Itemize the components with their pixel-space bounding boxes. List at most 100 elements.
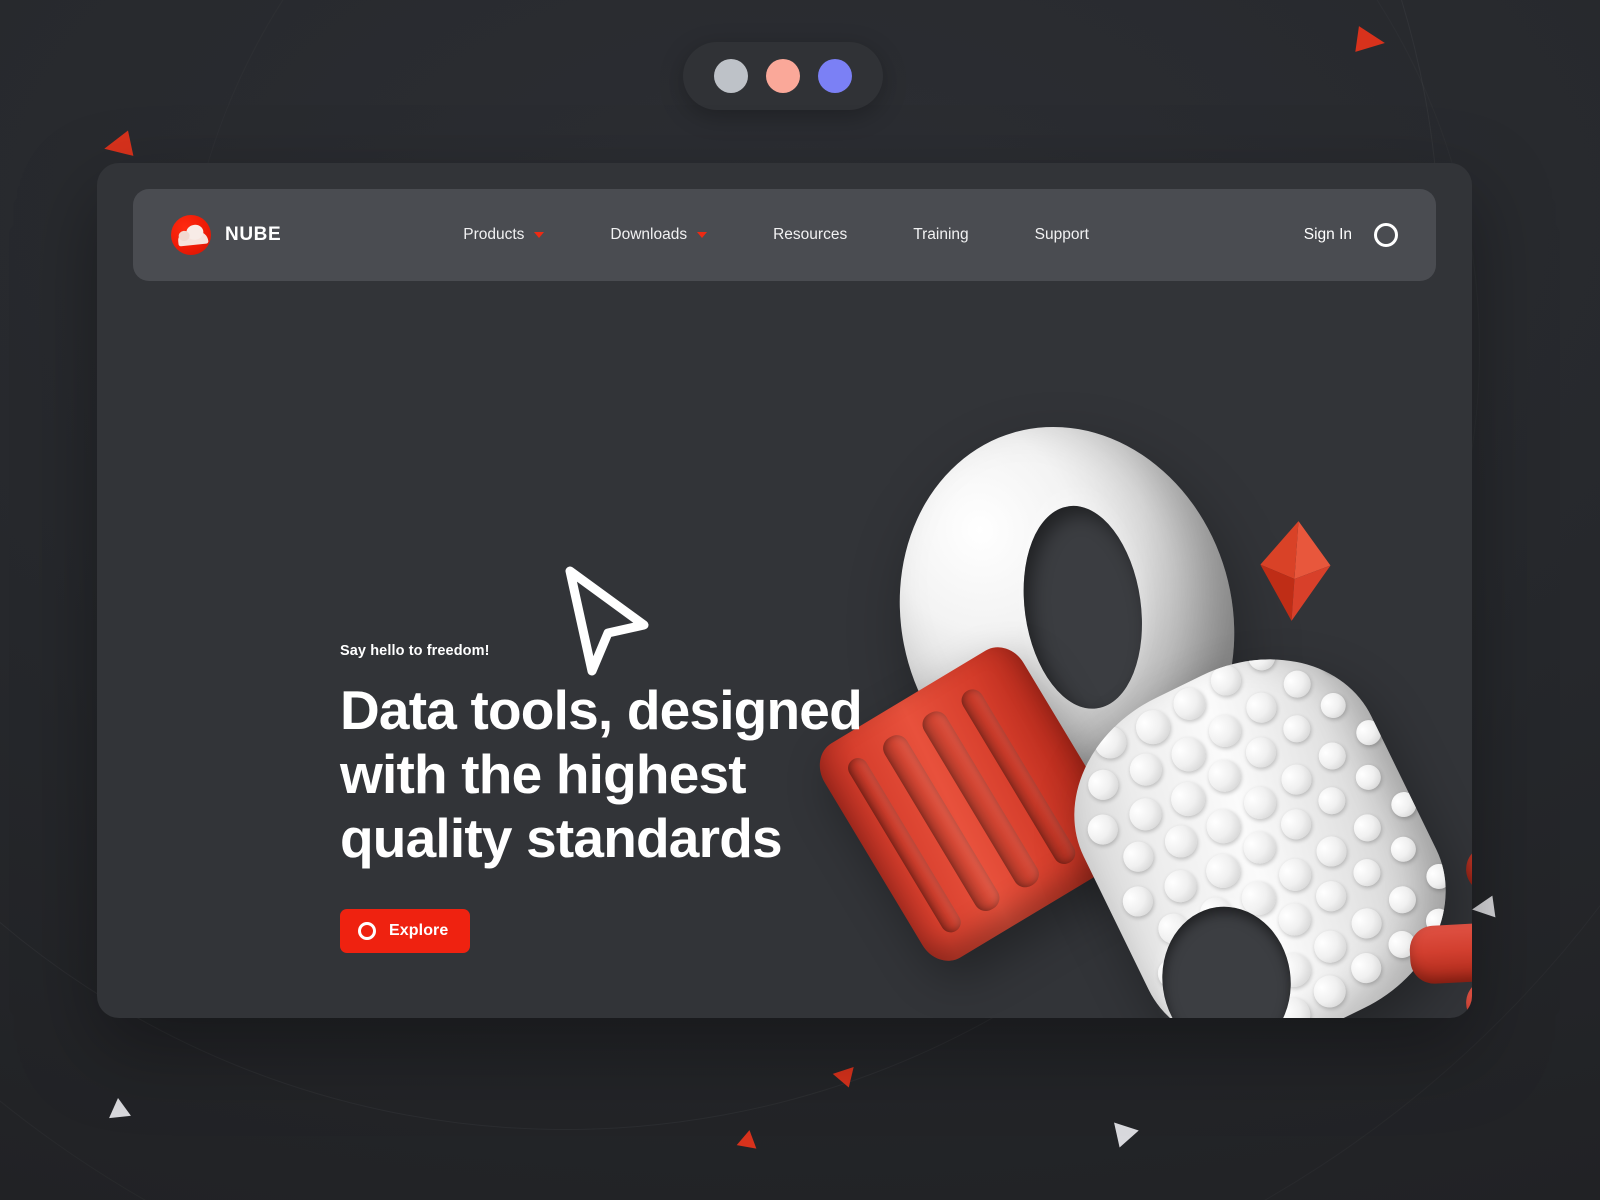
dot-blue[interactable] [818,59,852,93]
stud [1311,831,1352,872]
stud [1241,687,1281,728]
stud [1240,732,1281,773]
stud [1311,876,1351,916]
triangle-red-bottom-left [736,1128,760,1149]
dot-gray[interactable] [714,59,748,93]
stud [1194,936,1237,980]
stud [1229,1008,1272,1018]
stud [1313,782,1351,820]
nav-item-downloads[interactable]: Downloads [610,226,708,244]
brand-name: NUBE [225,224,282,245]
stud [1348,854,1386,892]
red-jack-cross-3d [1402,829,1472,1018]
chevron-down-icon [697,232,708,238]
stud [1276,759,1317,800]
stud [1387,787,1421,822]
mouse-pointer-icon [552,563,662,683]
stud [1117,881,1158,922]
stud [1165,731,1212,778]
red-octahedron-3d [1257,519,1334,624]
stud [1270,992,1317,1018]
stud [1273,853,1317,897]
triangle-white-right [1470,895,1496,921]
stud [1235,920,1281,966]
stud [1308,970,1351,1013]
stud [1235,875,1282,921]
stud [1351,760,1386,795]
cloud-logo-icon [171,215,211,255]
triangle-red-bottom-mid [832,1067,860,1091]
nav-right-group: Sign In [1304,223,1398,247]
stud [1273,898,1316,941]
dot-salmon[interactable] [766,59,800,93]
nav-label: Downloads [610,226,688,243]
stud [1165,776,1211,822]
stud [1346,903,1387,944]
stud [1238,781,1282,825]
triangle-white-bottom [1107,1122,1139,1152]
stud [1229,963,1273,1007]
stud [1047,737,1088,778]
stud [1205,660,1246,701]
nav-item-training[interactable]: Training [913,226,968,244]
stud [1159,820,1203,863]
stud [1088,721,1132,764]
stud [1200,803,1247,849]
stud [1352,715,1386,750]
stud [1203,754,1246,797]
account-ring-icon[interactable] [1374,223,1398,247]
stud [1243,638,1281,676]
hero-section: Say hello to freedom! Data tools, design… [340,643,960,954]
stud [1278,710,1316,748]
stud [1270,947,1317,993]
page-title: Data tools, designed with the highest qu… [340,679,863,869]
stud [1276,804,1316,844]
stud [1153,908,1193,949]
stud [1386,832,1421,867]
stud [1203,709,1247,753]
stud [1082,809,1123,850]
stud [1279,665,1316,703]
explore-button-label: Explore [389,922,449,940]
stud [1200,848,1246,894]
stud [1316,643,1351,678]
stud [1130,704,1176,750]
nav-item-resources[interactable]: Resources [773,226,847,244]
stud [1346,948,1386,988]
chevron-down-icon [534,232,545,238]
triangle-red-left [101,130,134,162]
stud [1281,616,1316,651]
stud [1083,764,1123,805]
brand-logo[interactable]: NUBE [171,215,281,255]
stud [1422,859,1456,894]
nav-item-support[interactable]: Support [1035,226,1089,244]
stud [1349,809,1386,847]
stud [1194,892,1238,935]
nav-label: Training [913,226,969,243]
stud [1383,926,1421,963]
stud [1238,826,1281,869]
top-navigation-bar: NUBE Products Downloads Resources Traini… [133,189,1436,281]
nav-item-products[interactable]: Products [463,226,545,244]
stud [1384,881,1422,919]
window-dots-pill [683,42,883,110]
stud [1314,737,1351,775]
nav-links: Products Downloads Resources Training Su… [463,226,1089,244]
browser-card: NUBE Products Downloads Resources Traini… [97,163,1472,1018]
stud [1124,748,1168,791]
sign-in-link[interactable]: Sign In [1304,226,1352,244]
nav-label: Support [1034,226,1089,243]
page-root: NUBE Products Downloads Resources Traini… [0,0,1600,1200]
stud [1421,904,1456,939]
white-studded-cylinder-3d [1035,616,1472,1018]
stud [1152,953,1193,994]
triangle-red-top-right [1355,26,1387,56]
ring-icon [358,922,376,941]
stud [1308,925,1352,968]
stud [1316,688,1351,723]
stud [1168,682,1211,726]
stud [1188,980,1228,1018]
nav-label: Resources [773,226,848,243]
stud [1159,864,1202,908]
explore-button[interactable]: Explore [340,909,471,954]
